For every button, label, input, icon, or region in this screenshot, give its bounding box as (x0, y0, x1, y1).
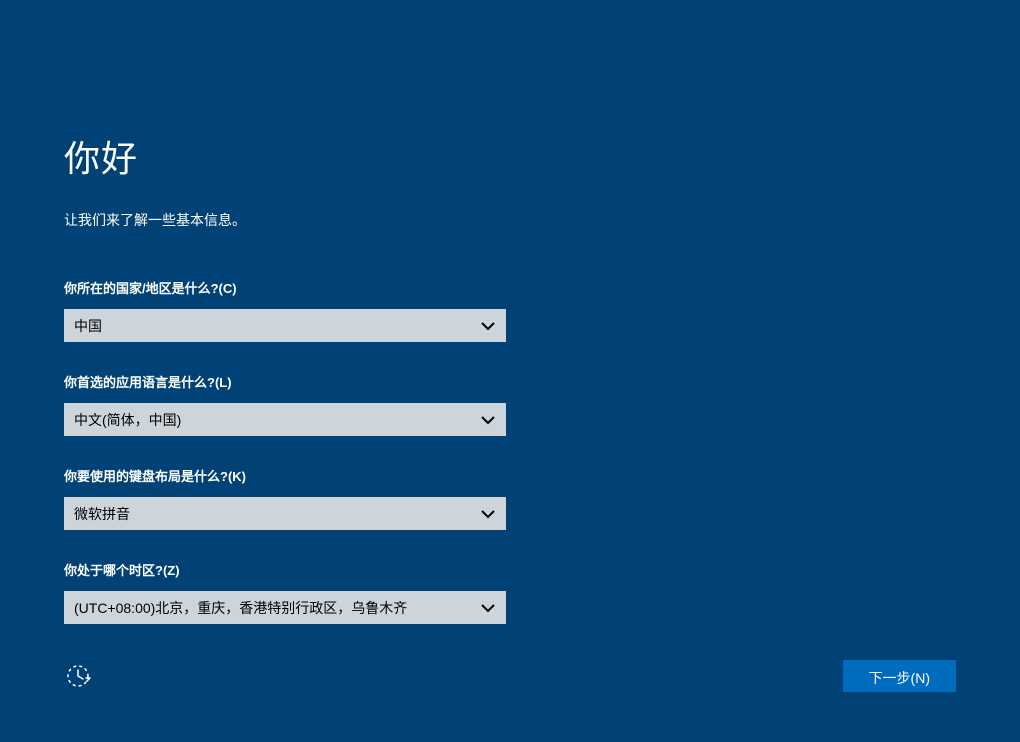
keyboard-dropdown-value: 微软拼音 (74, 504, 480, 524)
page-subtitle: 让我们来了解一些基本信息。 (64, 210, 956, 230)
chevron-down-icon (480, 412, 496, 428)
keyboard-label: 你要使用的键盘布局是什么?(K) (64, 466, 956, 485)
timezone-dropdown[interactable]: (UTC+08:00)北京，重庆，香港特别行政区，乌鲁木齐 (64, 591, 506, 624)
timezone-dropdown-value: (UTC+08:00)北京，重庆，香港特别行政区，乌鲁木齐 (74, 598, 480, 618)
keyboard-dropdown[interactable]: 微软拼音 (64, 497, 506, 530)
language-field-group: 你首选的应用语言是什么?(L) 中文(简体，中国) (64, 372, 956, 436)
country-dropdown-value: 中国 (74, 316, 480, 336)
language-dropdown-value: 中文(简体，中国) (74, 410, 480, 430)
next-button[interactable]: 下一步(N) (843, 660, 956, 692)
chevron-down-icon (480, 506, 496, 522)
country-field-group: 你所在的国家/地区是什么?(C) 中国 (64, 278, 956, 342)
country-label: 你所在的国家/地区是什么?(C) (64, 278, 956, 297)
keyboard-field-group: 你要使用的键盘布局是什么?(K) 微软拼音 (64, 466, 956, 530)
page-title: 你好 (64, 130, 956, 182)
chevron-down-icon (480, 318, 496, 334)
timezone-label: 你处于哪个时区?(Z) (64, 560, 956, 579)
footer-bar: 下一步(N) (64, 660, 956, 692)
language-dropdown[interactable]: 中文(简体，中国) (64, 403, 506, 436)
country-dropdown[interactable]: 中国 (64, 309, 506, 342)
chevron-down-icon (480, 600, 496, 616)
timezone-field-group: 你处于哪个时区?(Z) (UTC+08:00)北京，重庆，香港特别行政区，乌鲁木… (64, 560, 956, 624)
ease-of-access-icon[interactable] (64, 662, 92, 690)
language-label: 你首选的应用语言是什么?(L) (64, 372, 956, 391)
